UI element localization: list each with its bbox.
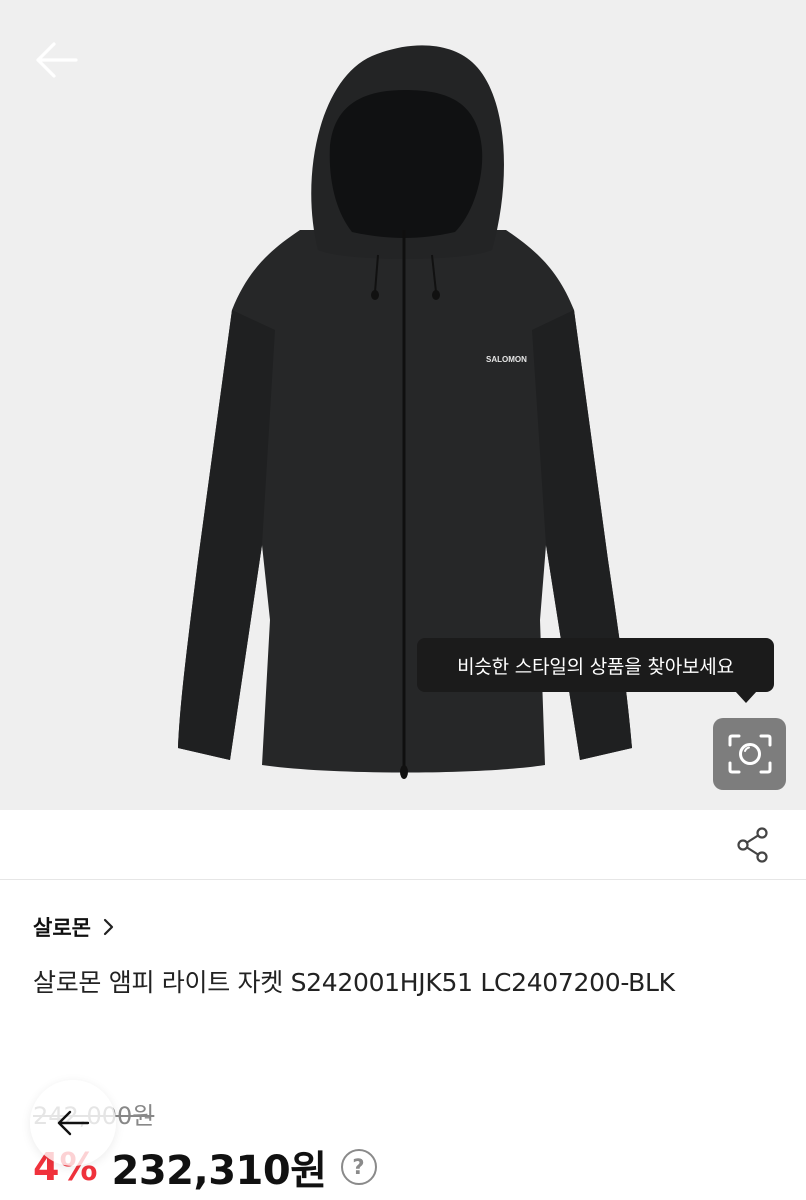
brand-link[interactable]: 살로몬 <box>33 912 115 942</box>
visual-search-button[interactable] <box>713 718 786 790</box>
share-icon <box>737 827 768 863</box>
price-help-button[interactable]: ? <box>340 1149 377 1185</box>
brand-name: 살로몬 <box>33 916 91 940</box>
floating-back-button[interactable] <box>30 1080 116 1166</box>
product-title: 살로몬 앰피 라이트 자켓 S242001HJK51 LC2407200-BLK <box>33 968 675 997</box>
product-image-area: SALOMON 비슷한 스타일의 상품을 찾아보세요 <box>0 0 806 810</box>
back-button[interactable] <box>28 36 84 84</box>
hood-opening <box>329 90 483 238</box>
visual-search-tooltip: 비슷한 스타일의 상품을 찾아보세요 <box>417 638 774 703</box>
jacket-logo: SALOMON <box>486 355 527 364</box>
arrow-left-icon <box>57 1110 90 1136</box>
visual-search-camera-icon <box>728 734 771 774</box>
chevron-right-icon <box>103 918 114 936</box>
sale-price: 232,310원 <box>111 1148 328 1194</box>
share-row <box>0 810 806 880</box>
share-button[interactable] <box>734 826 772 864</box>
tooltip-text: 비슷한 스타일의 상품을 찾아보세요 <box>457 655 734 678</box>
question-circle-icon: ? <box>352 1155 365 1179</box>
arrow-left-icon <box>36 42 78 78</box>
